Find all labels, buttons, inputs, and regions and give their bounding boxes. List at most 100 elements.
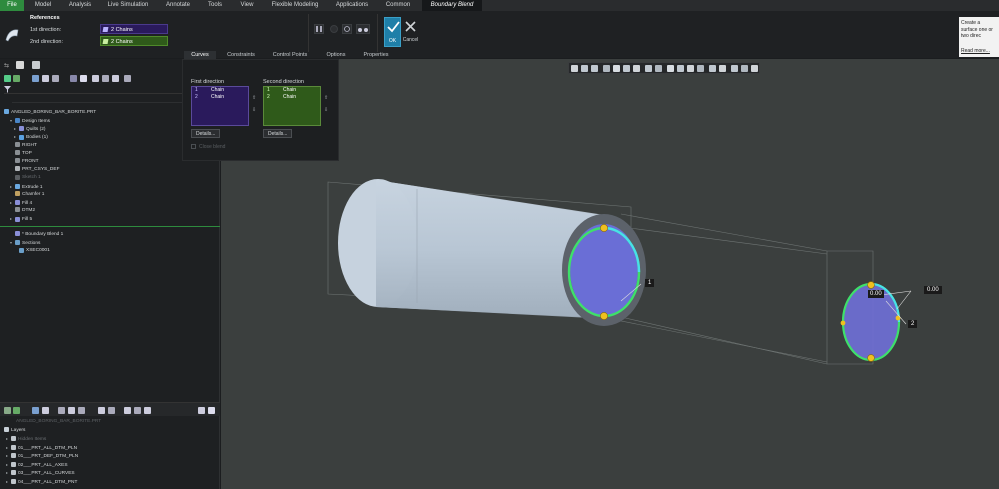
second-details-button[interactable]: Details... [263,129,293,138]
layer-save-icon[interactable] [208,407,215,414]
panel-icon[interactable] [92,75,99,82]
tab-curves[interactable]: Curves [184,51,216,59]
tree-item[interactable]: ▸ Extrude 1 [10,183,43,191]
tree-item[interactable]: ▸ Fill 5 [10,215,32,223]
menu-model[interactable]: Model [26,0,60,11]
columns-icon[interactable] [42,75,49,82]
first-direction-collector[interactable]: 2 Chains [100,24,168,34]
menu-tools[interactable]: Tools [200,0,230,11]
read-more-link[interactable]: Read more... [961,48,997,55]
point-display-icon[interactable] [697,65,704,72]
layer-properties-icon[interactable] [198,407,205,414]
spin-center-icon[interactable] [719,65,726,72]
layer-item[interactable]: ▸ Hidden Items [6,435,46,443]
layer-item[interactable]: ▸ 01___PRT_ALL_DTM_PLN [6,444,77,452]
model-tree-tab-icon[interactable] [16,61,24,69]
move-down-icon[interactable]: ⇩ [252,107,256,113]
list-icon[interactable] [32,407,39,414]
menu-annotate[interactable]: Annotate [158,0,198,11]
layer-file-selector[interactable]: ANGLED_BORING_BAR_BORITE.PRT [16,418,101,426]
split-icon[interactable]: ⇆ [4,62,10,69]
table-icon[interactable] [80,75,87,82]
menu-view[interactable]: View [232,0,262,11]
zoom-in-icon[interactable] [581,65,588,72]
sort-icon[interactable] [112,75,119,82]
appearance-icon[interactable] [731,65,738,72]
tree-item[interactable]: PRT_CSYS_DEF [10,166,60,174]
chain-2-label[interactable]: 2 [908,320,918,328]
list-item[interactable]: 1 Chain [264,87,320,94]
tree-item[interactable]: ▸ Quilts (2) [14,125,45,133]
first-direction-list[interactable]: 1 Chain 2 Chain [191,86,249,126]
layer-item[interactable]: ▸ 04___PRT_ALL_DTM_PNT [6,478,77,486]
tree-item[interactable]: Sketch 1 [10,174,41,182]
close-blend-checkbox[interactable]: Close blend [191,144,225,150]
tree-item[interactable]: DTM2 [10,207,35,215]
first-details-button[interactable]: Details... [191,129,221,138]
tab-control-points[interactable]: Control Points [266,51,314,59]
saved-views-icon[interactable] [623,65,630,72]
zoom-out-icon[interactable] [591,65,598,72]
tree-item[interactable]: Chamfer 1 [10,191,44,199]
menu-live-simulation[interactable]: Live Simulation [100,0,156,11]
chain-1-label[interactable]: 1 [645,279,655,287]
layer-move-icon[interactable] [78,407,85,414]
tree-item[interactable]: ▸ Bodies (1) [14,133,48,141]
list-item[interactable]: 1 Chain [192,87,248,94]
filter-icon[interactable] [124,407,131,414]
layer-paste-icon[interactable] [108,407,115,414]
pause-animation-icon[interactable] [741,65,748,72]
funnel-icon[interactable] [134,407,141,414]
second-direction-list[interactable]: 1 Chain 2 Chain [263,86,321,126]
display-style-icon[interactable] [613,65,620,72]
second-direction-collector[interactable]: 2 Chains [100,36,168,46]
view-icon[interactable] [4,75,11,82]
datum-display-icon[interactable] [667,65,674,72]
tools-icon[interactable] [124,75,131,82]
move-up-icon[interactable]: ⇧ [252,95,256,101]
repaint-icon[interactable] [603,65,610,72]
layer-copy-icon[interactable] [98,407,105,414]
menu-flexible-modeling[interactable]: Flexible Modeling [264,0,326,11]
cancel-button[interactable]: Cancel [402,17,419,47]
tangency-value-b[interactable]: 0.00 [924,286,942,294]
tab-properties[interactable]: Properties [358,51,394,59]
tree-item[interactable]: FRONT [10,158,39,166]
verify-icon[interactable] [342,24,352,34]
tree-item[interactable]: * Boundary Blend 1 [10,231,63,239]
tab-options[interactable]: Options [318,51,354,59]
move-up-icon[interactable]: ⇧ [324,95,328,101]
axis-display-icon[interactable] [687,65,694,72]
tree-item[interactable]: ▾ Sections [10,239,40,247]
preview-icon[interactable] [330,25,338,33]
display-icon[interactable] [13,75,20,82]
layer-item[interactable]: ▸ 02___PRT_ALL_AXES [6,461,68,469]
layer-item[interactable]: ▸ 03___PRT_ALL_CURVES [6,469,75,477]
layer-add-icon[interactable] [58,407,65,414]
filter-clear-icon[interactable] [144,407,151,414]
named-views-icon[interactable] [751,65,758,72]
menu-analysis[interactable]: Analysis [62,0,98,11]
refit-icon[interactable] [571,65,578,72]
display-icon[interactable] [13,407,20,414]
grid-icon[interactable] [70,75,77,82]
csys-display-icon[interactable] [677,65,684,72]
tab-constraints[interactable]: Constraints [220,51,262,59]
perspective-icon[interactable] [645,65,652,72]
tree-root[interactable]: ANGLED_BORING_BAR_BORITE.PRT [4,109,96,117]
tree-item[interactable]: ▸ Fill 4 [10,199,32,207]
pause-icon[interactable] [314,24,324,34]
menu-applications[interactable]: Applications [328,0,376,11]
tangency-value-a[interactable]: 0.00 [868,290,884,298]
glasses-icon[interactable] [356,24,370,34]
list-icon[interactable] [32,75,39,82]
tree-item[interactable]: TOP [10,150,32,158]
columns-icon[interactable] [42,407,49,414]
tree-item[interactable]: XSEC0001 [14,247,50,255]
menu-common[interactable]: Common [378,0,418,11]
folder-browser-icon[interactable] [32,61,40,69]
move-down-icon[interactable]: ⇩ [324,107,328,113]
view-manager-icon[interactable] [633,65,640,72]
tree-item[interactable]: RIGHT [10,141,37,150]
layers-root[interactable]: Layers [4,427,25,435]
